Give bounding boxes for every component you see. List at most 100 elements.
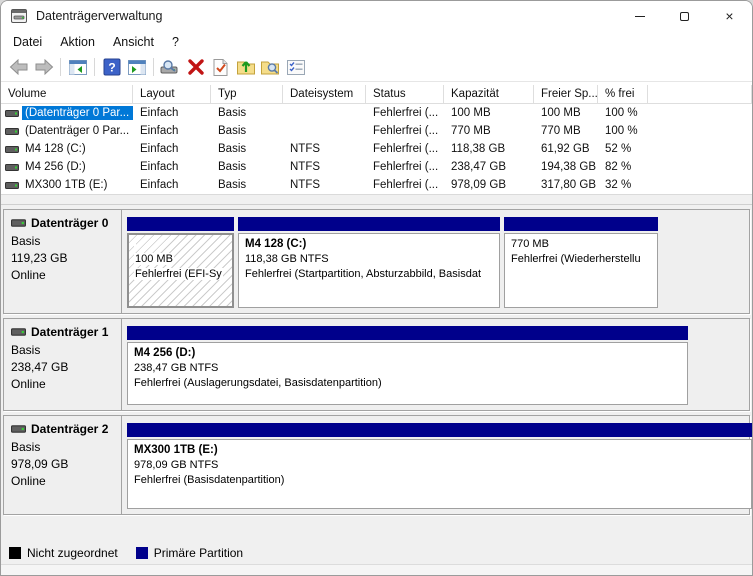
toolbar-separator (153, 58, 154, 76)
disk-type: Basis (11, 440, 41, 454)
cell-dateisystem: NTFS (290, 179, 321, 191)
col-kapazitaet[interactable]: Kapazität (444, 85, 534, 104)
close-button[interactable]: × (707, 1, 752, 31)
minimize-button[interactable] (617, 1, 662, 31)
drive-search-button[interactable] (158, 55, 183, 79)
toolbar: ? (1, 53, 752, 82)
legend-bar: Nicht zugeordnet Primäre Partition (1, 542, 752, 564)
drive-icon (5, 127, 19, 135)
toolbar-separator (60, 58, 61, 76)
volume-name: (Datenträger 0 Par... (25, 125, 130, 137)
partition-status: Fehlerfrei (Auslagerungsdatei, Basisdate… (134, 377, 382, 389)
menu-ansicht[interactable]: Ansicht (104, 33, 163, 51)
partition-area: MX300 1TB (E:) 978,09 GB NTFS Fehlerfrei… (122, 416, 752, 514)
forward-icon (35, 59, 53, 75)
partition-size: 100 MB (134, 253, 174, 265)
cell-kapazitaet: 238,47 GB (451, 161, 506, 173)
help-icon: ? (103, 58, 120, 76)
col-layout[interactable]: Layout (133, 85, 211, 104)
primary-partition-bar (504, 217, 658, 231)
cell-typ: Basis (218, 179, 247, 191)
back-button[interactable] (6, 55, 31, 79)
task-list-button[interactable] (283, 55, 308, 79)
cell-status: Fehlerfrei (... (373, 161, 439, 173)
table-row[interactable]: MX300 1TB (E:) Einfach Basis NTFS Fehler… (1, 176, 752, 194)
disk-info-panel[interactable]: Datenträger 2 Basis 978,09 GB Online (4, 416, 122, 514)
cell-status: Fehlerfrei (... (373, 107, 439, 119)
help-button[interactable]: ? (99, 55, 124, 79)
cell-dateisystem: NTFS (290, 143, 321, 155)
maximize-button[interactable] (662, 1, 707, 31)
status-strip (1, 564, 752, 575)
menu-datei[interactable]: Datei (4, 33, 51, 51)
partition-c[interactable]: M4 128 (C:) 118,38 GB NTFS Fehlerfrei (S… (238, 217, 500, 308)
cell-kapazitaet: 770 MB (451, 125, 491, 137)
folder-search-button[interactable] (258, 55, 283, 79)
toolbar-separator (94, 58, 95, 76)
volume-list: Volume Layout Typ Dateisystem Status Kap… (1, 82, 752, 194)
cell-typ: Basis (218, 143, 247, 155)
partition-e[interactable]: MX300 1TB (E:) 978,09 GB NTFS Fehlerfrei… (127, 423, 752, 509)
table-row[interactable]: (Datenträger 0 Par... Einfach Basis Fehl… (1, 104, 752, 122)
show-console-tree-icon (68, 59, 87, 75)
app-disk-icon (11, 9, 27, 23)
volume-name: (Datenträger 0 Par... (22, 106, 133, 120)
col-dateisystem[interactable]: Dateisystem (283, 85, 366, 104)
col-freier-sp[interactable]: Freier Sp... (534, 85, 598, 104)
col-prozent-frei[interactable]: % frei (598, 85, 648, 104)
check-document-button[interactable] (208, 55, 233, 79)
legend-label-unallocated: Nicht zugeordnet (27, 546, 118, 560)
disk-info-panel[interactable]: Datenträger 0 Basis 119,23 GB Online (4, 210, 122, 313)
disk-name: Datenträger 1 (31, 325, 109, 339)
disk-info-panel[interactable]: Datenträger 1 Basis 238,47 GB Online (4, 319, 122, 410)
disk-status: Online (11, 377, 46, 391)
disk-name: Datenträger 0 (31, 216, 109, 230)
col-filler (648, 85, 752, 104)
cell-layout: Einfach (140, 161, 179, 173)
partition-d[interactable]: M4 256 (D:) 238,47 GB NTFS Fehlerfrei (A… (127, 326, 688, 405)
col-typ[interactable]: Typ (211, 85, 283, 104)
disk-status: Online (11, 474, 46, 488)
forward-button[interactable] (31, 55, 56, 79)
menu-aktion[interactable]: Aktion (51, 33, 104, 51)
cell-layout: Einfach (140, 143, 179, 155)
show-action-pane-button[interactable] (124, 55, 149, 79)
cell-kapazitaet: 100 MB (451, 107, 491, 119)
primary-partition-bar (127, 217, 234, 231)
menu-hilfe[interactable]: ? (163, 33, 188, 51)
cell-freier-sp: 770 MB (541, 125, 581, 137)
show-action-pane-icon (127, 59, 146, 75)
disk-size: 119,23 GB (11, 251, 68, 265)
cell-dateisystem (283, 104, 366, 122)
cell-prozent-frei: 100 % (605, 125, 638, 137)
partition-size: 770 MB (511, 238, 549, 250)
disk-type: Basis (11, 343, 41, 357)
disk-management-window: Datenträgerverwaltung × Datei Aktion Ans… (0, 0, 753, 576)
col-volume[interactable]: Volume (1, 85, 133, 104)
show-console-tree-button[interactable] (65, 55, 90, 79)
cell-layout: Einfach (140, 107, 179, 119)
folder-search-icon (261, 61, 279, 75)
table-row[interactable]: (Datenträger 0 Par... Einfach Basis Fehl… (1, 122, 752, 140)
cell-typ: Basis (218, 107, 247, 119)
drive-icon (5, 145, 19, 153)
cell-prozent-frei: 32 % (605, 179, 632, 191)
volume-name: M4 256 (D:) (25, 161, 86, 173)
partition-label: M4 128 (C:) (245, 238, 307, 250)
table-row[interactable]: M4 256 (D:) Einfach Basis NTFS Fehlerfre… (1, 158, 752, 176)
folder-up-button[interactable] (233, 55, 258, 79)
maximize-icon (680, 11, 689, 21)
partition-efi[interactable]: 100 MB Fehlerfrei (EFI-Sy (127, 217, 234, 308)
volume-name: M4 128 (C:) (25, 143, 86, 155)
col-status[interactable]: Status (366, 85, 444, 104)
delete-button[interactable] (183, 55, 208, 79)
pane-splitter[interactable] (1, 194, 752, 205)
cell-layout: Einfach (140, 179, 179, 191)
partition-recovery[interactable]: 770 MB Fehlerfrei (Wiederherstellu (504, 217, 658, 308)
drive-icon (11, 328, 26, 336)
disk-name: Datenträger 2 (31, 422, 109, 436)
partition-size: 978,09 GB NTFS (134, 459, 219, 471)
table-row[interactable]: M4 128 (C:) Einfach Basis NTFS Fehlerfre… (1, 140, 752, 158)
cell-prozent-frei: 100 % (605, 107, 638, 119)
disk-size: 978,09 GB (11, 457, 69, 471)
